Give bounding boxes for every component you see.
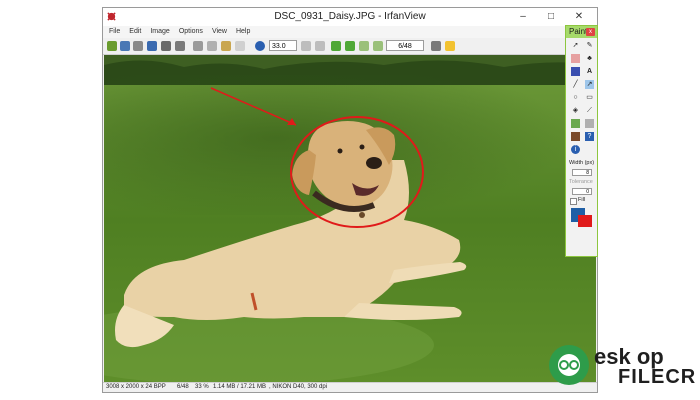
stamp-icon[interactable]: ♣ (585, 54, 594, 63)
title-bar[interactable]: DSC_0931_Daisy.JPG - IrfanView – □ ✕ (103, 8, 597, 26)
paint-title: Paint (569, 27, 588, 36)
rectangle-icon[interactable]: ▭ (585, 93, 594, 102)
cut-icon[interactable] (193, 41, 203, 51)
toolbar: 33.0 6/48 (103, 38, 597, 55)
paint-close-button[interactable]: x (586, 28, 595, 36)
secondary-color-swatch[interactable] (578, 215, 592, 227)
arrow-tool-icon[interactable]: ↗ (585, 80, 594, 89)
menu-view[interactable]: View (212, 26, 227, 38)
next-icon[interactable] (345, 41, 355, 51)
brush-icon[interactable] (571, 132, 580, 141)
clone-icon[interactable] (571, 67, 580, 76)
fill-label: Fill (578, 197, 586, 203)
eraser-icon[interactable] (571, 54, 580, 63)
mosaic-icon[interactable] (585, 119, 594, 128)
copy-image-icon[interactable] (207, 41, 217, 51)
dog-photo (104, 55, 596, 384)
paste-icon[interactable] (221, 41, 231, 51)
image-canvas[interactable] (104, 55, 596, 384)
watermark-logo: esk op FILECR (546, 342, 697, 392)
watermark-line2: FILECR (618, 366, 697, 388)
undo-icon[interactable] (235, 41, 245, 51)
menu-edit[interactable]: Edit (129, 26, 141, 38)
open-folder-icon[interactable] (107, 41, 117, 51)
menu-help[interactable]: Help (236, 26, 250, 38)
menu-image[interactable]: Image (150, 26, 169, 38)
menu-bar: File Edit Image Options View Help (103, 26, 597, 38)
minimize-button[interactable]: – (509, 9, 537, 24)
last-icon[interactable] (373, 41, 383, 51)
print-icon[interactable] (161, 41, 171, 51)
zoom-out-icon[interactable] (315, 41, 325, 51)
watermark-emblem-icon (549, 345, 589, 385)
info-icon[interactable]: i (571, 145, 580, 154)
status-size: 1.14 MB / 17.21 MB (213, 384, 267, 390)
fill-checkbox[interactable] (570, 198, 577, 205)
paint-dialog: Paint x ➚ ✎ ♣ A ╱ ↗ ○ ▭ ◈ ⟋ ? i Width (p… (565, 25, 598, 257)
info-icon[interactable] (255, 41, 265, 51)
settings-icon[interactable] (431, 41, 441, 51)
text-icon[interactable]: A (585, 67, 594, 76)
help-icon[interactable]: ? (585, 132, 594, 141)
blur-icon[interactable] (571, 119, 580, 128)
color-picker-icon[interactable]: ⟋ (585, 106, 594, 115)
first-icon[interactable] (359, 41, 369, 51)
zoom-in-icon[interactable] (301, 41, 311, 51)
fill-bucket-icon[interactable]: ◈ (571, 106, 580, 115)
menu-file[interactable]: File (109, 26, 120, 38)
status-camera: , NIKON D40, 300 dpi (269, 384, 328, 390)
maximize-button[interactable]: □ (537, 9, 565, 24)
menu-options[interactable]: Options (179, 26, 203, 38)
copy-icon[interactable] (120, 41, 130, 51)
width-input[interactable]: 8 (572, 169, 592, 176)
line-icon[interactable]: ╱ (571, 80, 580, 89)
width-label: Width (px) (569, 160, 595, 166)
slideshow-icon[interactable] (133, 41, 143, 51)
status-page: 6/48 (177, 384, 189, 390)
status-dimensions: 3008 x 2000 x 24 BPP (106, 384, 166, 390)
status-zoom: 33 % (195, 384, 209, 390)
close-button[interactable]: ✕ (565, 9, 593, 24)
save-icon[interactable] (147, 41, 157, 51)
trash-icon[interactable] (175, 41, 185, 51)
irfanview-window: DSC_0931_Daisy.JPG - IrfanView – □ ✕ Fil… (102, 7, 598, 393)
status-bar: 3008 x 2000 x 24 BPP 6/48 33 % 1.14 MB /… (103, 382, 597, 392)
paint-title-bar[interactable]: Paint x (566, 26, 597, 38)
page-input[interactable]: 6/48 (386, 40, 424, 51)
ellipse-icon[interactable]: ○ (571, 93, 580, 102)
tolerance-label: Tolerance (569, 179, 593, 185)
tolerance-input[interactable]: 0 (572, 188, 592, 195)
select-arrow-icon[interactable]: ➚ (571, 41, 580, 50)
star-icon[interactable] (445, 41, 455, 51)
zoom-input[interactable]: 33.0 (269, 40, 297, 51)
prev-icon[interactable] (331, 41, 341, 51)
pen-icon[interactable]: ✎ (585, 41, 594, 50)
